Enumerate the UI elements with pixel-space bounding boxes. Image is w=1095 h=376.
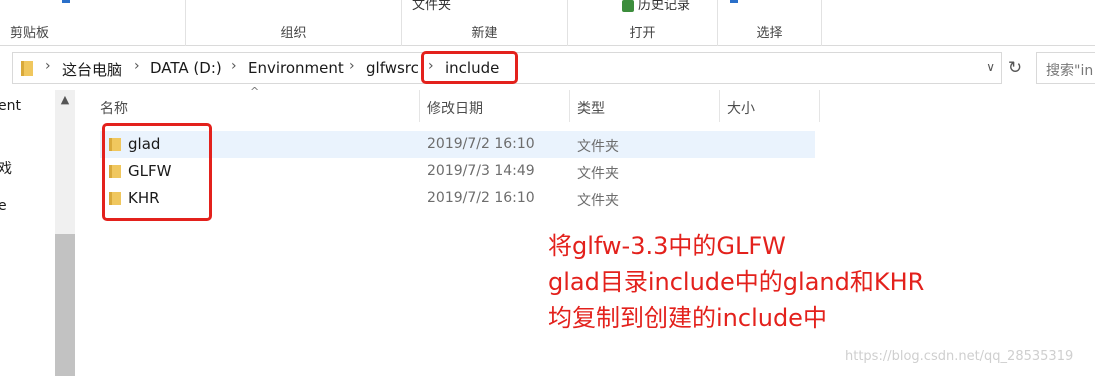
history-icon [622,0,634,12]
ribbon-label-clipboard: 剪贴板 [10,26,50,41]
new-folder-button[interactable]: 文件夹 [412,0,451,13]
ribbon-label-new: 新建 [471,26,498,41]
ribbon-group-organize: 组织 [186,0,402,46]
ribbon-group-new: 文件夹 新建 [402,0,568,46]
file-type: 文件夹 [577,139,619,155]
column-header-type-label: 类型 [577,101,605,117]
ribbon-label-organize: 组织 [280,26,307,41]
search-placeholder: 搜索"in [1046,63,1094,79]
ribbon-label-select: 选择 [756,26,783,41]
chevron-right-icon[interactable]: › [349,58,355,74]
breadcrumb-this-pc[interactable]: 这台电脑 [62,59,122,80]
nav-scrollbar[interactable]: ▲ [55,90,75,376]
file-type: 文件夹 [577,166,619,182]
clipboard-icon [62,0,70,3]
address-row: › 这台电脑 › DATA (D:) › Environment › glfws… [0,52,1095,84]
ribbon: 剪贴板 组织 文件夹 新建 历史记录 打开 选择 [0,0,1095,46]
history-button[interactable]: 历史记录 [622,0,690,13]
annotation-line: glad目录include中的gland和KHR [548,268,925,296]
navigation-pane: ent 戏 e ▲ [0,86,76,376]
annotation-line: 将glfw-3.3中的GLFW [548,232,786,260]
search-input[interactable]: 搜索"in [1036,52,1095,84]
scrollbar-thumb[interactable] [55,234,75,376]
breadcrumb-environment[interactable]: Environment [248,59,344,77]
watermark: https://blog.csdn.net/qq_28535319 [845,349,1074,364]
column-header-name-label: 名称 [100,101,128,117]
ribbon-group-clipboard: 剪贴板 [0,0,186,46]
column-header-date[interactable]: 修改日期 [420,90,570,122]
annotation-box-include [421,51,518,84]
nav-item[interactable]: 戏 [0,158,12,178]
column-header-date-label: 修改日期 [427,101,483,117]
column-header-type[interactable]: 类型 [570,90,720,122]
column-header-name[interactable]: 名称 [90,90,420,122]
folder-icon [21,61,33,76]
breadcrumb-glfwsrc[interactable]: glfwsrc [366,59,419,77]
chevron-right-icon[interactable]: › [134,58,140,74]
chevron-down-icon[interactable]: ∨ [986,60,995,74]
file-date: 2019/7/2 16:10 [427,136,535,152]
chevron-right-icon[interactable]: › [231,58,237,74]
ribbon-group-open: 历史记录 打开 [568,0,718,46]
select-icon [730,0,738,3]
file-explorer-window: 剪贴板 组织 文件夹 新建 历史记录 打开 选择 › 这台电脑 › DATA (… [0,0,1095,376]
chevron-right-icon[interactable]: › [45,58,51,74]
ribbon-label-open: 打开 [629,26,656,41]
annotation-box-folders [102,123,212,221]
file-type: 文件夹 [577,193,619,209]
ribbon-group-select: 选择 [718,0,822,46]
history-label: 历史记录 [638,0,691,13]
file-date: 2019/7/2 16:10 [427,190,535,206]
annotation-note: 将glfw-3.3中的GLFW glad目录include中的gland和KHR… [548,228,924,336]
column-header-size[interactable]: 大小 [720,90,820,122]
file-date: 2019/7/3 14:49 [427,163,535,179]
scroll-up-icon[interactable]: ▲ [55,90,75,110]
breadcrumb-data-drive[interactable]: DATA (D:) [150,59,222,77]
refresh-icon[interactable]: ↻ [1004,56,1026,80]
column-headers: ^ 名称 修改日期 类型 大小 [90,85,820,122]
annotation-line: 均复制到创建的include中 [548,304,827,332]
nav-item[interactable]: e [0,198,7,214]
column-header-size-label: 大小 [727,101,755,117]
nav-item[interactable]: ent [0,98,21,114]
